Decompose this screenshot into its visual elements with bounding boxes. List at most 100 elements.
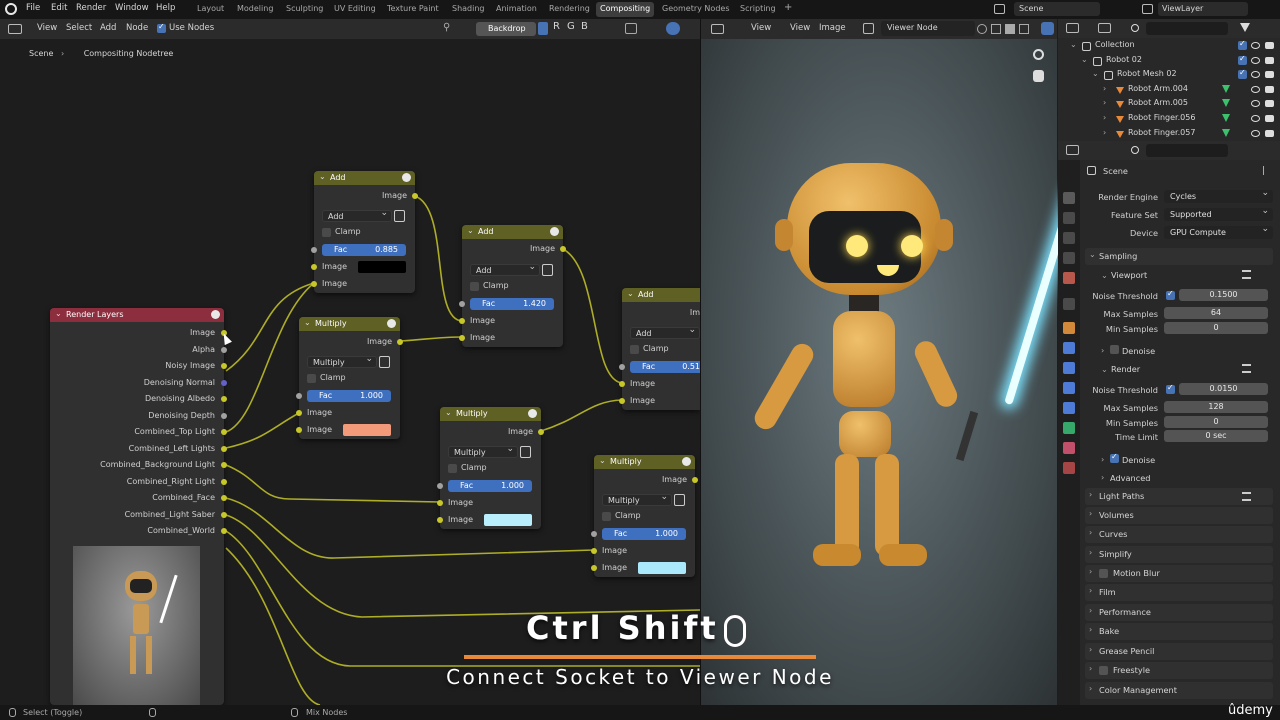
multiply-node-3[interactable]: ⌄Multiply Image Multiply Clamp Fac1.000 … xyxy=(591,455,698,577)
add3-header[interactable]: ⌄ Add xyxy=(622,288,700,302)
add2-fac-socket[interactable] xyxy=(459,301,465,307)
outliner-expand-icon[interactable]: ⌄ xyxy=(1081,55,1088,64)
image-editor-type-icon[interactable] xyxy=(711,24,724,34)
blender-logo-icon[interactable] xyxy=(5,3,17,15)
add1-alpha-icon[interactable] xyxy=(394,210,405,222)
viewer-menu-image[interactable]: Image xyxy=(819,23,846,33)
tab-material-icon[interactable] xyxy=(1063,442,1075,454)
add1-input1-socket[interactable] xyxy=(311,264,317,270)
editor-type-icon[interactable] xyxy=(8,24,22,34)
outliner-item-label[interactable]: Robot Mesh 02 xyxy=(1117,69,1177,78)
panel-performance[interactable]: › Performance xyxy=(1085,604,1273,621)
mul2-output-socket[interactable] xyxy=(538,429,544,435)
render-subpanel-title[interactable]: Render xyxy=(1111,364,1140,374)
multiply-node-1[interactable]: ⌄Multiply Image Multiply Clamp Fac1.000 … xyxy=(296,317,403,439)
render-min-samples-field[interactable]: 0 xyxy=(1164,416,1268,428)
add3-fac-slider[interactable]: Fac 0.51 xyxy=(630,361,700,373)
tab-layout[interactable]: Layout xyxy=(193,2,228,17)
visibility-eye-icon[interactable] xyxy=(1251,129,1260,137)
outliner-search-icon[interactable] xyxy=(1131,24,1139,32)
render-camera-icon[interactable] xyxy=(1265,71,1274,79)
pin-icon[interactable]: ⚲ xyxy=(443,22,450,33)
panel-motion-blur[interactable]: › Motion Blur xyxy=(1085,565,1273,582)
mul2-input1-socket[interactable] xyxy=(437,500,443,506)
viewport-subpanel-title[interactable]: Viewport xyxy=(1111,270,1147,280)
multiply-node-2[interactable]: ⌄Multiply Image Multiply Clamp Fac1.000 … xyxy=(437,407,544,529)
render-layers-output-socket[interactable] xyxy=(221,429,227,435)
tab-world-icon[interactable] xyxy=(1063,298,1075,310)
panel-color-management[interactable]: › Color Management xyxy=(1085,682,1273,699)
menu-window[interactable]: Window xyxy=(115,3,149,13)
outliner-expand-icon[interactable]: › xyxy=(1103,98,1106,107)
panel-simplify[interactable]: › Simplify xyxy=(1085,546,1273,563)
mul3-header[interactable]: ⌄ Multiply xyxy=(594,455,695,469)
mul1-input1-socket[interactable] xyxy=(296,410,302,416)
viewer-overlay-icon[interactable] xyxy=(1041,22,1054,35)
menu-edit[interactable]: Edit xyxy=(51,3,67,13)
render-max-samples-field[interactable]: 128 xyxy=(1164,401,1268,413)
view-layer-icon[interactable] xyxy=(1142,4,1153,14)
outliner-expand-icon[interactable]: ⌄ xyxy=(1070,40,1077,49)
menu-file[interactable]: File xyxy=(26,3,40,13)
add1-fac-socket[interactable] xyxy=(311,247,317,253)
render-list-icon[interactable] xyxy=(1242,364,1251,373)
render-layers-output-socket[interactable] xyxy=(221,462,227,468)
zoom-icon[interactable] xyxy=(1033,49,1044,60)
tab-object-icon[interactable] xyxy=(1063,322,1075,334)
properties-search-input[interactable] xyxy=(1146,144,1228,157)
panel-film[interactable]: › Film xyxy=(1085,584,1273,601)
mul1-header[interactable]: ⌄ Multiply xyxy=(299,317,400,331)
visibility-eye-icon[interactable] xyxy=(1251,115,1260,122)
channel-b-button[interactable]: B xyxy=(581,21,588,32)
outliner-search-input[interactable] xyxy=(1146,22,1228,35)
panel-freestyle[interactable]: › Freestyle xyxy=(1085,662,1273,679)
pan-hand-icon[interactable] xyxy=(1033,70,1044,82)
render-camera-icon[interactable] xyxy=(1265,56,1274,64)
add3-input1-socket[interactable] xyxy=(619,381,625,387)
add2-clamp-checkbox[interactable] xyxy=(470,282,479,291)
tab-data-icon[interactable] xyxy=(1063,422,1075,434)
tab-scripting[interactable]: Scripting xyxy=(736,2,780,17)
mul2-fac-slider[interactable]: Fac 1.000 xyxy=(448,480,532,492)
visibility-eye-icon[interactable] xyxy=(1251,100,1260,108)
outliner-expand-icon[interactable]: › xyxy=(1103,113,1106,122)
advanced-chevron-icon[interactable]: › xyxy=(1101,472,1104,482)
mul1-fac-slider[interactable]: Fac 1.000 xyxy=(307,390,391,402)
node-menu-add[interactable]: Add xyxy=(100,23,116,33)
viewer-node-selector[interactable]: Viewer Node xyxy=(881,21,975,36)
properties-editor-type-icon[interactable] xyxy=(1066,145,1079,155)
render-layers-output-socket[interactable] xyxy=(221,396,227,402)
render-layers-output-socket[interactable] xyxy=(221,528,227,534)
add1-header[interactable]: ⌄ Add xyxy=(314,171,415,185)
viewer-menu-view-mode[interactable]: View xyxy=(751,23,771,33)
render-noise-threshold-field[interactable]: 0.0150 xyxy=(1179,383,1268,395)
viewport-list-icon[interactable] xyxy=(1242,270,1251,279)
add-workspace-button[interactable]: + xyxy=(780,0,796,15)
add1-input2-socket[interactable] xyxy=(311,281,317,287)
add2-fac-slider[interactable]: Fac 1.420 xyxy=(470,298,554,310)
viewport-noise-threshold-checkbox[interactable] xyxy=(1166,289,1175,300)
render-camera-icon[interactable] xyxy=(1265,85,1274,93)
render-layers-output-socket[interactable] xyxy=(221,379,227,386)
render-layers-output-socket[interactable] xyxy=(221,363,227,369)
add3-clamp-checkbox[interactable] xyxy=(630,345,639,354)
add-node-1[interactable]: ⌄Add Image Add Clamp Fac 0.885 Image Imag… xyxy=(311,171,418,293)
outliner-editor-type-icon[interactable] xyxy=(1066,23,1079,33)
tab-constraints-icon[interactable] xyxy=(1063,402,1075,414)
mul2-blend-dropdown[interactable]: Multiply xyxy=(448,444,518,458)
render-camera-icon[interactable] xyxy=(1265,42,1274,49)
mul2-alpha-icon[interactable] xyxy=(520,446,531,458)
tab-tool-icon[interactable] xyxy=(1063,192,1075,204)
add-node-2[interactable]: ⌄Add Image Add Clamp Fac 1.420 Image Imag… xyxy=(459,225,566,347)
viewport-denoise-chevron-icon[interactable]: › xyxy=(1101,345,1104,355)
render-layers-output-socket[interactable] xyxy=(221,478,227,485)
render-layers-output-socket[interactable] xyxy=(221,511,227,518)
outliner-include-checkbox[interactable] xyxy=(1238,68,1247,80)
render-layers-output-socket[interactable] xyxy=(221,495,227,501)
mul2-header[interactable]: ⌄ Multiply xyxy=(440,407,541,421)
snap-icon[interactable] xyxy=(625,23,637,34)
visibility-eye-icon[interactable] xyxy=(1251,42,1260,49)
advanced-subpanel-title[interactable]: Advanced xyxy=(1110,473,1150,483)
visibility-eye-icon[interactable] xyxy=(1251,85,1260,93)
viewer-close-icon[interactable] xyxy=(1019,24,1029,34)
